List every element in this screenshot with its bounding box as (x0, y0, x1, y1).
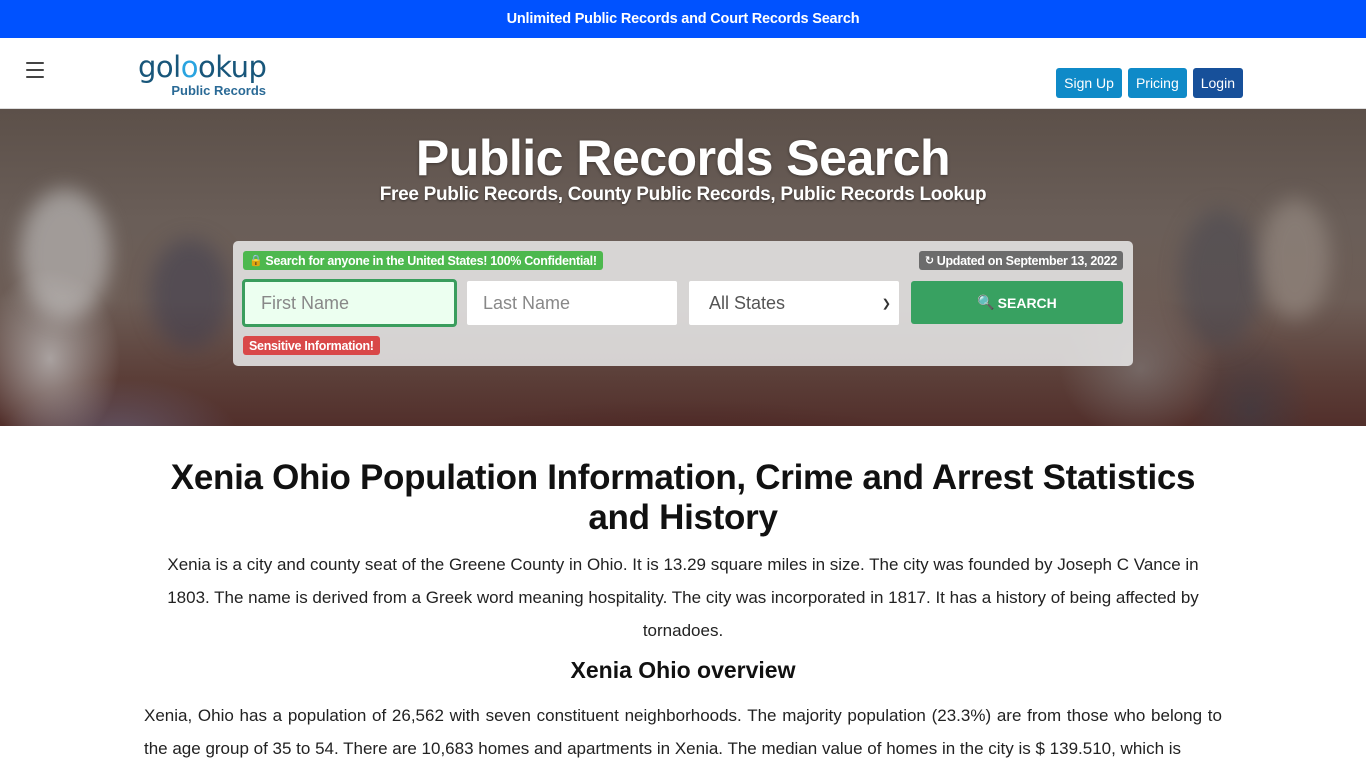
article-title: Xenia Ohio Population Information, Crime… (170, 458, 1196, 537)
pricing-button[interactable]: Pricing (1127, 68, 1187, 98)
article-content: Xenia Ohio Population Information, Crime… (0, 458, 1366, 765)
hero-background-blur (20, 189, 110, 319)
first-name-input[interactable] (242, 279, 457, 327)
article-intro: Xenia is a city and county seat of the G… (167, 555, 1199, 640)
chevron-down-icon: ❯ (881, 297, 891, 310)
hero-background-blur (1180, 209, 1260, 349)
sensitive-info-badge: Sensitive Information! (243, 336, 380, 355)
confidential-badge: 🔒 Search for anyone in the United States… (243, 251, 603, 270)
nav-buttons: Sign Up Pricing Login (1056, 68, 1243, 98)
overview-paragraph: Xenia, Ohio has a population of 26,562 w… (144, 706, 1222, 758)
hero-background-blur (1260, 199, 1330, 319)
search-panel: 🔒 Search for anyone in the United States… (233, 241, 1133, 366)
last-name-input[interactable] (467, 281, 677, 325)
state-select-value: All States (709, 292, 786, 313)
hero-background-blur (150, 239, 230, 349)
promo-banner[interactable]: Unlimited Public Records and Court Recor… (0, 0, 1366, 38)
overview-heading: Xenia Ohio overview (570, 657, 796, 683)
state-select[interactable]: All States ❯ (689, 281, 899, 325)
logo[interactable]: golookup Public Records (138, 50, 268, 98)
logo-subtitle: Public Records (171, 83, 266, 98)
promo-banner-text[interactable]: Unlimited Public Records and Court Recor… (507, 11, 860, 27)
hamburger-menu-icon[interactable] (26, 62, 44, 78)
hero-title: Public Records Search (415, 130, 951, 186)
lock-icon: 🔒 (249, 255, 263, 267)
updated-badge: ↻ Updated on September 13, 2022 (918, 251, 1123, 270)
refresh-icon: ↻ (924, 255, 934, 267)
search-icon: 🔍 (977, 294, 995, 310)
navbar: golookup Public Records Sign Up Pricing … (0, 38, 1366, 109)
sign-up-button[interactable]: Sign Up (1056, 68, 1122, 98)
login-button[interactable]: Login (1192, 68, 1243, 98)
hero-subtitle: Free Public Records, County Public Recor… (379, 184, 987, 205)
search-button[interactable]: 🔍 SEARCH (911, 281, 1123, 324)
logo-wordmark: golookup (138, 50, 267, 84)
hero-section: Public Records Search Free Public Record… (0, 109, 1366, 426)
